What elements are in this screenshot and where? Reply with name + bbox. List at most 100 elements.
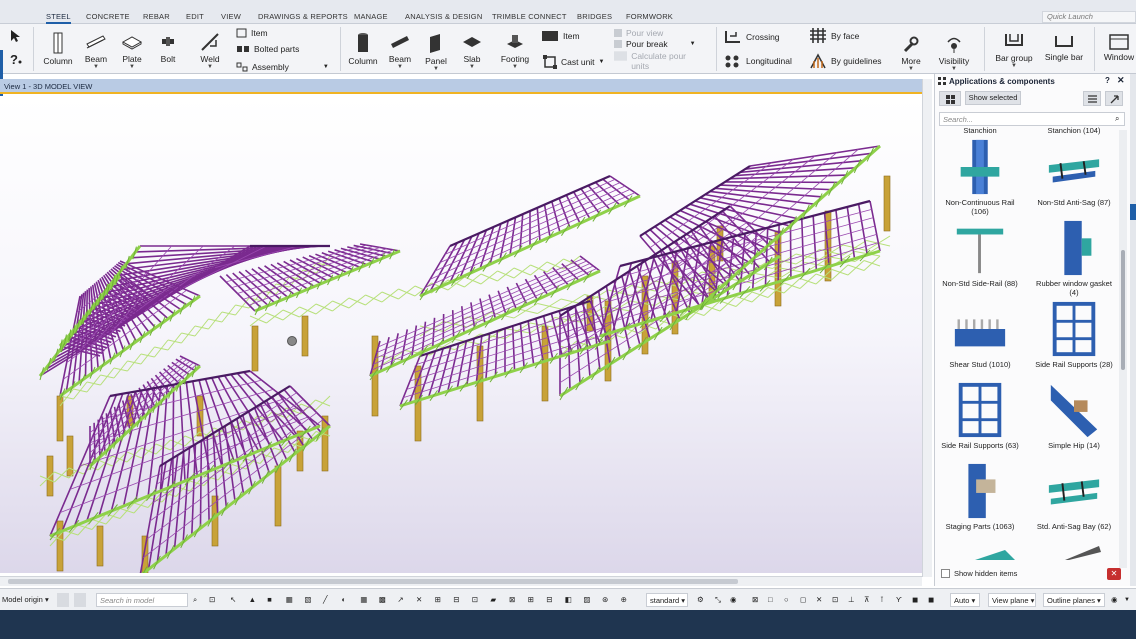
component-tile[interactable]: Side Rail Supports (28) bbox=[1035, 300, 1113, 369]
help-tool-button[interactable]: ? bbox=[5, 52, 27, 68]
component-tile[interactable]: Std. Anti-Sag Bay (62) bbox=[1035, 462, 1113, 531]
select-tool-button[interactable] bbox=[5, 29, 27, 45]
concrete-footing-button[interactable]: Footing ▼ bbox=[497, 32, 533, 70]
selection-switch-icon[interactable]: ▰ bbox=[490, 593, 496, 607]
checkbox[interactable] bbox=[941, 569, 950, 578]
steel-item-button[interactable]: Item bbox=[236, 28, 268, 38]
selection-switch-icon[interactable]: ▦ bbox=[360, 593, 367, 607]
tab-trimble-connect[interactable]: TRIMBLE CONNECT bbox=[492, 12, 567, 21]
snap-switch-icon[interactable]: ⊼ bbox=[864, 593, 870, 607]
snap-switch-icon[interactable]: ◼ bbox=[912, 593, 918, 607]
panel-scrollbar[interactable] bbox=[1119, 130, 1127, 568]
tab-drawings-reports[interactable]: DRAWINGS & REPORTS bbox=[258, 12, 348, 21]
component-tile[interactable]: Shear Stud (1010) bbox=[941, 300, 1019, 369]
single-bar-button[interactable]: Single bar bbox=[1042, 34, 1086, 62]
selection-switch-icon[interactable]: ⊟ bbox=[453, 593, 459, 607]
window-button[interactable]: Window bbox=[1102, 34, 1136, 62]
component-tile[interactable]: Stanchion bbox=[941, 126, 1019, 135]
concrete-beam-button[interactable]: Beam ▼ bbox=[384, 32, 416, 70]
selection-switch-icon[interactable]: ✕ bbox=[416, 593, 422, 607]
component-tile[interactable]: Non-Std Side-Rail (88) bbox=[941, 219, 1019, 288]
cast-unit-button[interactable]: Cast unit ▼ bbox=[543, 55, 605, 69]
selection-switch-icon[interactable]: ▦ bbox=[286, 593, 293, 607]
component-search-input[interactable]: Search... bbox=[939, 112, 1125, 126]
pour-view-button[interactable]: Pour view bbox=[614, 28, 663, 38]
snap-switch-icon[interactable]: ✕ bbox=[816, 593, 822, 607]
more-button[interactable]: More ▼ bbox=[897, 36, 925, 72]
selection-switch-icon[interactable]: ⊡ bbox=[472, 593, 478, 607]
by-guidelines-button[interactable]: By guidelines bbox=[809, 53, 882, 69]
eye-icon[interactable]: ◉ bbox=[730, 593, 737, 607]
selection-switch-icon[interactable]: ■ bbox=[267, 593, 272, 607]
component-tile[interactable]: Rubber window gasket (4) bbox=[1035, 219, 1113, 297]
outline-planes-dropdown[interactable]: Outline planes ▾ bbox=[1043, 593, 1105, 607]
selection-switch-icon[interactable]: ◐ bbox=[342, 593, 347, 607]
remove-origin-button[interactable] bbox=[74, 593, 86, 607]
chevron-down-icon[interactable]: ▼ bbox=[1124, 593, 1130, 607]
3d-model-view[interactable] bbox=[0, 96, 922, 573]
tab-concrete[interactable]: CONCRETE bbox=[86, 12, 130, 21]
menu-button[interactable] bbox=[1083, 91, 1101, 106]
visibility-eye-icon[interactable]: ◉ bbox=[1111, 593, 1118, 607]
snap-switch-icon[interactable]: ⊠ bbox=[752, 593, 758, 607]
selection-switch-icon[interactable]: ⊛ bbox=[602, 593, 608, 607]
clear-button[interactable]: ✕ bbox=[1107, 568, 1121, 580]
view-vertical-scrollbar[interactable] bbox=[922, 79, 932, 577]
visibility-button[interactable]: Visibility ▼ bbox=[936, 36, 972, 72]
snap-switch-icon[interactable]: ⊥ bbox=[848, 593, 855, 607]
search-icon[interactable]: ⌕ bbox=[193, 593, 197, 607]
snap-switch-icon[interactable]: ⊺ bbox=[880, 593, 884, 607]
auto-dropdown[interactable]: Auto ▾ bbox=[950, 593, 980, 607]
selection-switch-icon[interactable]: ↖ bbox=[230, 593, 236, 607]
selection-switch-icon[interactable]: ⊕ bbox=[621, 593, 627, 607]
search-in-model-input[interactable]: Search in model bbox=[96, 593, 188, 607]
calculate-pour-units-button[interactable]: Calculate pour units bbox=[614, 51, 702, 71]
zoom-search-icon[interactable]: ⊡ bbox=[209, 593, 215, 607]
component-tile[interactable]: Simple Hip (14) bbox=[1035, 381, 1113, 450]
view-tab-title[interactable]: View 1 - 3D MODEL VIEW bbox=[0, 79, 922, 94]
view-horizontal-scrollbar[interactable] bbox=[0, 576, 922, 586]
snap-switch-icon[interactable]: ϒ bbox=[896, 593, 902, 607]
selection-switch-icon[interactable]: ⊠ bbox=[509, 593, 515, 607]
tab-view[interactable]: VIEW bbox=[221, 12, 241, 21]
component-tile[interactable]: Side Rail Supports (63) bbox=[941, 381, 1019, 450]
steel-weld-button[interactable]: Weld ▼ bbox=[194, 32, 226, 70]
standard-dropdown[interactable]: standard ▾ bbox=[646, 593, 688, 607]
selection-switch-icon[interactable]: ▩ bbox=[379, 593, 386, 607]
steel-beam-button[interactable]: Beam ▼ bbox=[80, 32, 112, 70]
selection-switch-icon[interactable]: ⊞ bbox=[435, 593, 441, 607]
snap-switch-icon[interactable]: □ bbox=[768, 593, 773, 607]
tab-edit[interactable]: EDIT bbox=[186, 12, 204, 21]
component-tile[interactable]: Stanchion (104) bbox=[1035, 126, 1113, 135]
help-icon[interactable]: ? bbox=[1105, 76, 1110, 85]
selection-switch-icon[interactable]: ▨ bbox=[583, 593, 590, 607]
model-origin-dropdown[interactable]: Model origin ▾ bbox=[2, 593, 49, 607]
longitudinal-button[interactable]: Longitudinal bbox=[724, 54, 792, 68]
show-hidden-items-toggle[interactable]: Show hidden items bbox=[941, 569, 1017, 578]
assembly-button[interactable]: Assembly ▼ bbox=[236, 62, 329, 72]
close-icon[interactable]: ✕ bbox=[1117, 75, 1125, 86]
snap-switch-icon[interactable]: ○ bbox=[784, 593, 789, 607]
add-origin-button[interactable] bbox=[57, 593, 69, 607]
snap-switch-icon[interactable]: ◼ bbox=[928, 593, 934, 607]
side-tab-active[interactable] bbox=[1130, 204, 1136, 220]
selection-switch-icon[interactable]: ▧ bbox=[304, 593, 311, 607]
concrete-panel-button[interactable]: Panel ▼ bbox=[420, 32, 452, 72]
bolted-parts-button[interactable]: Bolted parts bbox=[236, 44, 299, 54]
concrete-column-button[interactable]: Column bbox=[346, 32, 380, 66]
selection-switch-icon[interactable]: ▲ bbox=[249, 593, 256, 607]
snap-icon[interactable]: ⤡ bbox=[715, 593, 721, 607]
component-tile[interactable]: Non-Std Anti-Sag (87) bbox=[1035, 138, 1113, 207]
steel-column-button[interactable]: Column bbox=[40, 32, 76, 66]
concrete-item-button[interactable]: Item bbox=[541, 30, 580, 42]
bar-group-button[interactable]: Bar group ▼ bbox=[988, 31, 1040, 69]
view-plane-dropdown[interactable]: View plane ▾ bbox=[988, 593, 1036, 607]
selection-switch-icon[interactable]: ⊟ bbox=[546, 593, 552, 607]
selection-switch-icon[interactable]: ╱ bbox=[323, 593, 328, 607]
steel-plate-button[interactable]: Plate ▼ bbox=[116, 32, 148, 70]
concrete-slab-button[interactable]: Slab ▼ bbox=[456, 32, 488, 70]
show-selected-button[interactable]: Show selected bbox=[965, 91, 1021, 105]
snap-switch-icon[interactable]: ⊡ bbox=[832, 593, 838, 607]
settings-icon[interactable]: ⚙ bbox=[697, 593, 704, 607]
pour-break-button[interactable]: Pour break ▼ bbox=[614, 39, 696, 49]
